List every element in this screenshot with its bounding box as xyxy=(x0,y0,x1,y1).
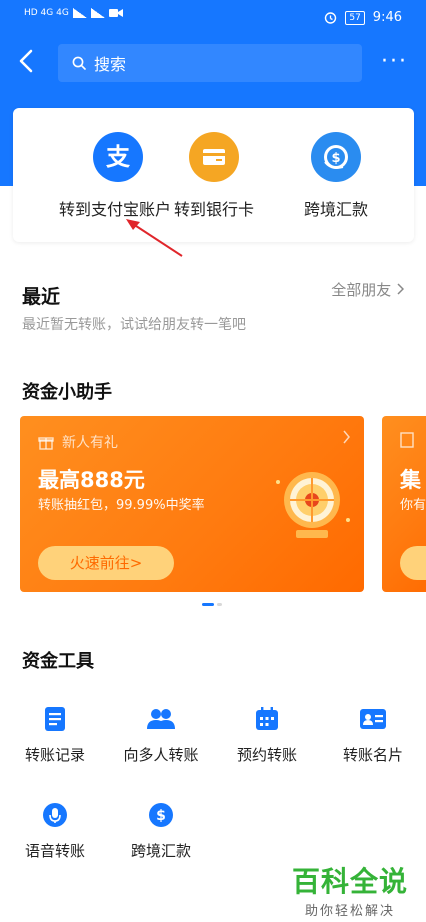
chevron-left-icon xyxy=(19,49,33,73)
watermark: 百科全说 助你轻松解决 xyxy=(292,860,408,919)
promo-tag-label: 新人有礼 xyxy=(62,435,118,451)
svg-text:$: $ xyxy=(156,808,166,824)
promo-tag: 新人有礼 xyxy=(38,432,118,452)
clock: 9:46 xyxy=(372,10,402,25)
search-placeholder: 搜索 xyxy=(94,55,127,74)
back-button[interactable] xyxy=(18,48,46,78)
promo-subtext: 转账抽红包，99.99%中奖率 xyxy=(38,498,205,513)
cross-border-remittance-label: 跨境汇款 xyxy=(303,200,368,219)
cross-border-icon: $ xyxy=(311,132,361,182)
all-friends-label: 全部朋友 xyxy=(331,281,392,299)
dollar-icon: $ xyxy=(146,800,176,830)
signal-text: HD 4G 4G xyxy=(24,8,69,18)
tool-transfer-records[interactable]: 转账记录 xyxy=(0,704,110,765)
assistant-title: 资金小助手 xyxy=(22,382,112,403)
document-icon xyxy=(400,432,414,448)
search-input[interactable]: 搜索 xyxy=(58,44,362,82)
multi-user-icon xyxy=(146,704,176,734)
carousel-dot-active xyxy=(202,603,214,606)
tool-label: 转账记录 xyxy=(24,746,85,764)
svg-text:支: 支 xyxy=(106,143,131,171)
bank-card-icon xyxy=(189,132,239,182)
all-friends-link[interactable]: 全部朋友 xyxy=(331,279,405,300)
promo-headline: 最高888元 xyxy=(38,468,145,492)
record-icon xyxy=(40,704,70,734)
alipay-icon: 支 xyxy=(93,132,143,182)
tool-transfer-card[interactable]: 转账名片 xyxy=(318,704,426,765)
transfer-to-bank-card-button[interactable]: 转到银行卡 xyxy=(149,132,279,220)
tool-label: 预约转账 xyxy=(236,746,297,764)
promo-2-cta-button[interactable] xyxy=(400,546,426,580)
lucky-wheel-icon xyxy=(276,472,350,538)
status-bar: HD 4G 4G 57 9:46 xyxy=(0,0,426,36)
transfer-options-card: 支 转到支付宝账户 转到银行卡 $ 跨境汇款 xyxy=(13,108,414,242)
status-right: 57 9:46 xyxy=(324,10,402,25)
chevron-right-icon xyxy=(397,283,405,295)
recent-title: 最近 xyxy=(22,286,61,308)
tool-label: 跨境汇款 xyxy=(130,842,191,860)
cross-border-remittance-button[interactable]: $ 跨境汇款 xyxy=(271,132,401,220)
tools-title: 资金工具 xyxy=(22,651,94,672)
watermark-main: 百科全说 xyxy=(291,865,408,898)
carousel-dot xyxy=(217,603,222,606)
signal-icon-2 xyxy=(90,8,105,18)
promo-cta-button[interactable]: 火速前往> xyxy=(38,546,174,580)
promo-card-2[interactable]: 集 你有 xyxy=(382,416,426,592)
watermark-sub: 助你轻松解决 xyxy=(304,904,395,919)
promo-2-icon-wrap xyxy=(400,432,414,448)
tool-label: 转账名片 xyxy=(342,746,403,764)
tool-cross-border[interactable]: $ 跨境汇款 xyxy=(106,800,216,861)
network-status: HD 4G 4G xyxy=(24,8,123,18)
carousel-indicator xyxy=(202,603,222,606)
promo-card[interactable]: 新人有礼 最高888元 转账抽红包，99.99%中奖率 火速前往> xyxy=(20,416,364,592)
gift-icon xyxy=(38,437,54,450)
video-icon xyxy=(108,9,123,17)
promo-2-subtext: 你有 xyxy=(400,498,426,513)
svg-text:$: $ xyxy=(331,151,340,166)
red-arrow-annotation xyxy=(126,219,183,257)
more-button[interactable]: ··· xyxy=(381,51,408,73)
tool-multi-transfer[interactable]: 向多人转账 xyxy=(106,704,216,765)
search-icon xyxy=(72,56,86,70)
tool-label: 语音转账 xyxy=(24,842,85,860)
card-icon xyxy=(358,704,388,734)
signal-icon xyxy=(72,8,87,18)
battery-level: 57 xyxy=(345,10,365,25)
promo-2-headline: 集 xyxy=(400,468,421,492)
tool-scheduled-transfer[interactable]: 预约转账 xyxy=(212,704,322,765)
tool-label: 向多人转账 xyxy=(123,746,199,764)
recent-empty-text: 最近暂无转账，试试给朋友转一笔吧 xyxy=(22,317,246,333)
tool-voice-transfer[interactable]: 语音转账 xyxy=(0,800,110,861)
nav-bar: 搜索 ··· xyxy=(0,42,426,84)
alarm-icon xyxy=(325,12,337,24)
chevron-right-icon xyxy=(342,430,350,448)
calendar-icon xyxy=(252,704,282,734)
microphone-icon xyxy=(40,800,70,830)
